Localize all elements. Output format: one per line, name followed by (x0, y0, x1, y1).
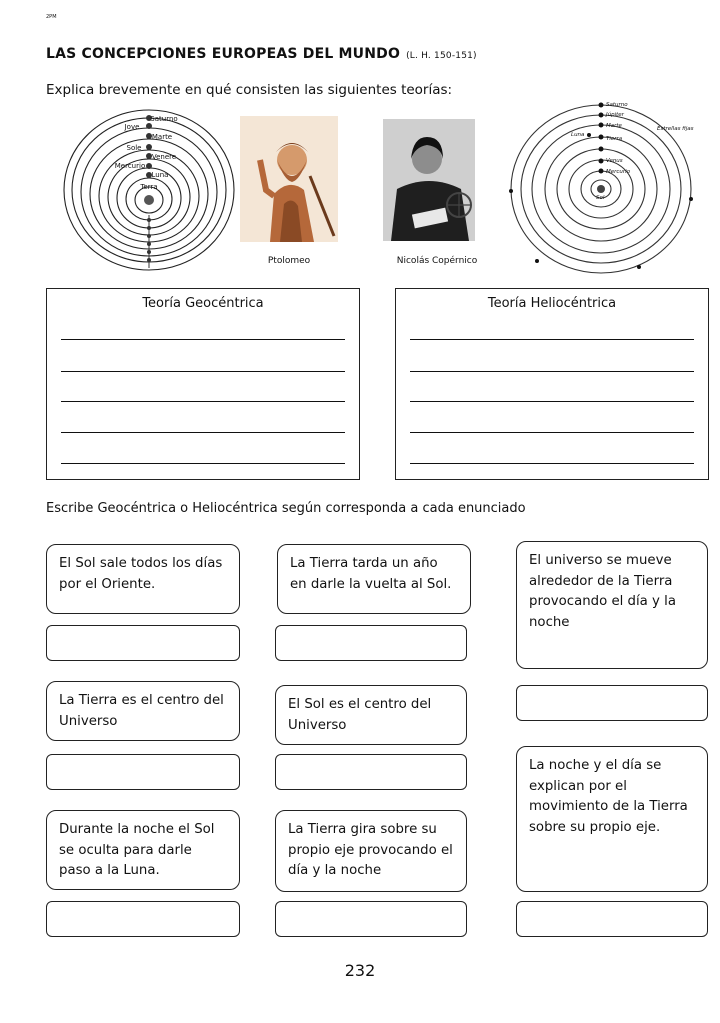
geocentric-diagram: Saturno Jove Marte Sole Venere Mercurio … (63, 109, 235, 271)
helio-label-tierra: Tierra (606, 136, 623, 142)
copernicus-caption: Nicolás Copérnico (396, 256, 478, 266)
helio-label-marte: Marte (606, 123, 623, 129)
answer-box[interactable] (46, 625, 240, 661)
statement-text: El universo se mueve alrededor de la Tie… (529, 553, 676, 630)
geo-label-venere: Venere (152, 153, 176, 161)
heliocentric-theory-box: Teoría Heliocéntrica (395, 288, 709, 480)
answer-box[interactable] (275, 625, 467, 661)
copernicus-portrait (383, 119, 475, 241)
statement-card: El Sol sale todos los días por el Orient… (46, 544, 240, 614)
statement-text: Durante la noche el Sol se oculta para d… (59, 822, 215, 878)
geo-label-jove: Jove (124, 123, 140, 131)
ptolemy-portrait (240, 116, 338, 242)
answer-line[interactable] (410, 401, 694, 402)
geo-label-saturno: Saturno (150, 115, 177, 123)
statement-card: El universo se mueve alrededor de la Tie… (516, 541, 708, 669)
book-reference: (L. H. 150-151) (406, 51, 477, 61)
answer-line[interactable] (410, 463, 694, 464)
helio-label-venus: Venus (606, 158, 623, 164)
statement-text: La Tierra tarda un año en darle la vuelt… (290, 556, 452, 592)
statement-card: La Tierra es el centro del Universo (46, 681, 240, 741)
helio-label-sol: Sol (596, 195, 605, 201)
answer-line[interactable] (61, 463, 345, 464)
instruction-theories: Explica brevemente en qué consisten las … (46, 82, 453, 98)
statement-card: La Tierra gira sobre su propio eje provo… (275, 810, 467, 892)
ptolemy-caption: Ptolomeo (267, 256, 311, 266)
geo-label-marte: Marte (152, 133, 172, 141)
statement-text: La Tierra gira sobre su propio eje provo… (288, 822, 453, 878)
geo-label-sole: Sole (127, 144, 142, 152)
heliocentric-theory-title: Teoría Heliocéntrica (487, 296, 617, 311)
statement-card: La Tierra tarda un año en darle la vuelt… (277, 544, 471, 614)
geocentric-theory-box: Teoría Geocéntrica (46, 288, 360, 480)
statement-text: El Sol sale todos los días por el Orient… (59, 556, 223, 592)
helio-label-luna: Luna (571, 132, 585, 138)
geo-label-luna: Luna (152, 171, 169, 179)
helio-label-estrellas: Estrellas fijas (657, 126, 694, 132)
answer-line[interactable] (61, 432, 345, 433)
statement-text: La Tierra es el centro del Universo (59, 693, 224, 729)
answer-box[interactable] (516, 685, 708, 721)
answer-line[interactable] (61, 339, 345, 340)
answer-line[interactable] (410, 371, 694, 372)
helio-label-mercurio: Mercurio (606, 169, 631, 175)
answer-line[interactable] (410, 432, 694, 433)
statement-card: El Sol es el centro del Universo (275, 685, 467, 745)
answer-line[interactable] (61, 401, 345, 402)
geo-label-mercurio: Mercurio (115, 162, 145, 170)
helio-label-jupiter: Júpiter (605, 111, 625, 118)
statement-card: La noche y el día se explican por el mov… (516, 746, 708, 892)
statement-text: La noche y el día se explican por el mov… (529, 758, 688, 835)
geo-label-terra: Terra (139, 183, 157, 191)
statement-card: Durante la noche el Sol se oculta para d… (46, 810, 240, 890)
answer-box[interactable] (46, 901, 240, 937)
answer-line[interactable] (410, 339, 694, 340)
page-tag: 2PM (46, 14, 57, 20)
statement-text: El Sol es el centro del Universo (288, 697, 432, 733)
answer-line[interactable] (61, 371, 345, 372)
page-number: 232 (344, 961, 376, 980)
answer-box[interactable] (275, 901, 467, 937)
helio-label-saturno: Saturno (606, 102, 628, 108)
geocentric-theory-title: Teoría Geocéntrica (142, 296, 264, 311)
title-text: LAS CONCEPCIONES EUROPEAS DEL MUNDO (46, 46, 401, 62)
heliocentric-diagram: Saturno Júpiter Marte Luna Tierra Venus … (509, 102, 694, 274)
answer-box[interactable] (275, 754, 467, 790)
answer-box[interactable] (516, 901, 708, 937)
page-title: LAS CONCEPCIONES EUROPEAS DEL MUNDO (L. H… (46, 46, 477, 62)
answer-box[interactable] (46, 754, 240, 790)
instruction-classify: Escribe Geocéntrica o Heliocéntrica segú… (46, 501, 526, 516)
